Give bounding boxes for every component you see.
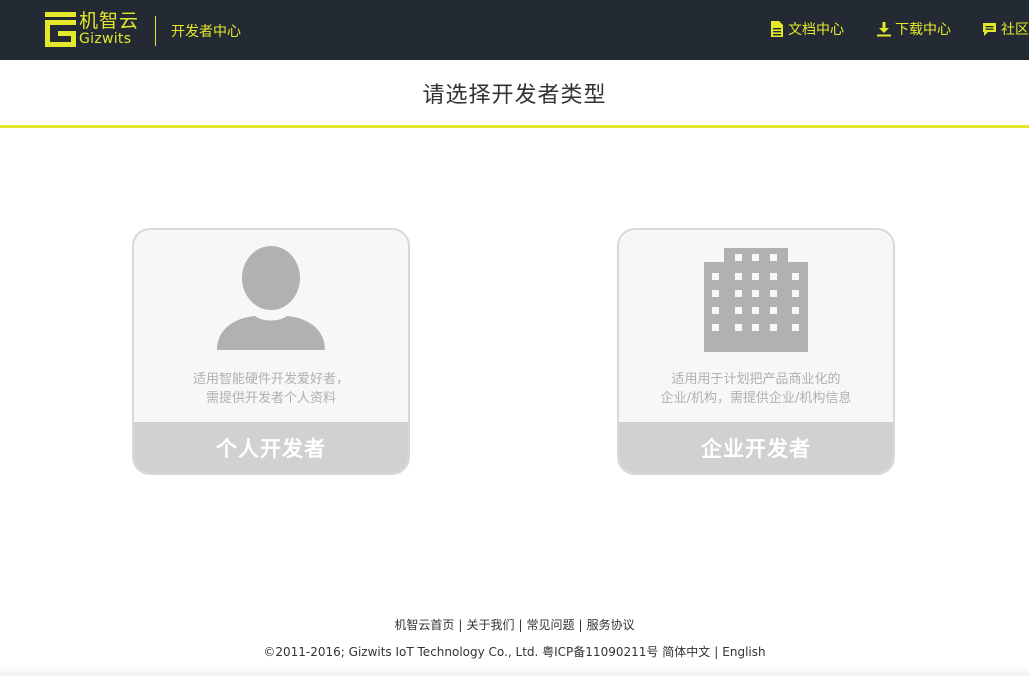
nav-docs[interactable]: 文档中心 [770,19,844,39]
nav-download[interactable]: 下载中心 [877,19,951,39]
logo-en-text: Gizwits [79,31,132,47]
nav-download-label: 下载中心 [895,22,951,38]
card-desc-line: 需提供开发者个人资料 [205,391,336,406]
logo-cn-text: 机智云 [79,10,140,32]
footer-separator: | [518,618,523,632]
lang-cn-link[interactable]: 简体中文 [662,645,710,659]
download-icon [877,22,891,37]
footer-link-home[interactable]: 机智云首页 [394,618,454,632]
footer-link-about[interactable]: 关于我们 [466,618,514,632]
gizwits-logo[interactable]: 机智云 Gizwits [45,11,139,47]
card-desc-line: 适用智能硬件开发爱好者， [192,372,349,387]
footer-separator: | [714,645,719,659]
personal-developer-button[interactable]: 个人开发者 [134,422,408,473]
lang-en-link[interactable]: English [722,645,765,659]
enterprise-developer-button[interactable]: 企业开发者 [619,422,893,473]
nav-community-label: 社区 [1001,22,1029,38]
footer-separator: | [458,618,463,632]
personal-developer-card[interactable]: 适用智能硬件开发爱好者， 需提供开发者个人资料 个人开发者 [132,228,410,475]
card-desc-line: 适用用于计划把产品商业化的 [671,372,841,387]
gizwits-logo-mark-icon [45,11,76,47]
footer-links: 机智云首页 | 关于我们 | 常见问题 | 服务协议 [0,616,1029,633]
person-icon [217,246,325,350]
card-desc-line: 企业/机构，需提供企业/机构信息 [660,391,852,406]
document-icon [771,21,783,37]
footer-separator: | [578,618,583,632]
nav-docs-label: 文档中心 [788,22,844,38]
page-header: 请选择开发者类型 [0,60,1029,128]
top-navbar: 机智云 Gizwits 开发者中心 文档中心 下载中心 社区 [0,0,1029,60]
chat-bubble-icon [983,22,996,36]
footer-link-faq[interactable]: 常见问题 [527,618,575,632]
building-icon [704,248,808,352]
footer-copyright: ©2011-2016; Gizwits IoT Technology Co., … [0,643,1029,660]
bottom-shade [0,666,1029,676]
page-title: 请选择开发者类型 [422,83,607,108]
portal-name[interactable]: 开发者中心 [171,21,241,41]
nav-community[interactable]: 社区 [982,19,1029,39]
copyright-text: ©2011-2016; Gizwits IoT Technology Co., … [263,645,659,659]
enterprise-developer-card[interactable]: 适用用于计划把产品商业化的 企业/机构，需提供企业/机构信息 企业开发者 [617,228,895,475]
footer-link-terms[interactable]: 服务协议 [587,618,635,632]
logo-divider [155,16,156,46]
